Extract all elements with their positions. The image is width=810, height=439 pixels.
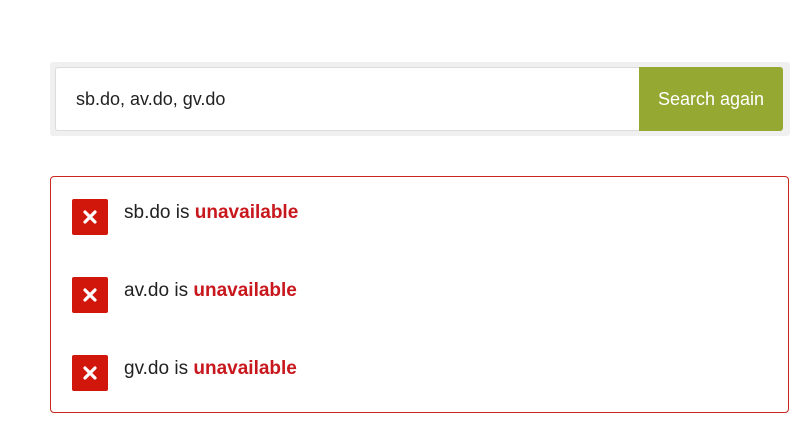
result-connector: is <box>174 358 189 379</box>
unavailable-x-icon <box>72 199 108 235</box>
domain-name: sb.do <box>124 202 171 223</box>
result-item: sb.do is unavailable <box>72 199 298 235</box>
result-text: gv.do is unavailable <box>124 357 297 381</box>
result-text: av.do is unavailable <box>124 279 297 303</box>
status-unavailable: unavailable <box>193 280 297 301</box>
domain-search-input[interactable] <box>55 67 640 131</box>
result-item: gv.do is unavailable <box>72 355 297 391</box>
unavailable-x-icon <box>72 355 108 391</box>
status-unavailable: unavailable <box>193 358 297 379</box>
result-connector: is <box>174 280 189 301</box>
results-panel: sb.do is unavailable av.do is unavailabl… <box>50 176 789 413</box>
result-item: av.do is unavailable <box>72 277 297 313</box>
result-connector: is <box>175 202 190 223</box>
result-text: sb.do is unavailable <box>124 201 298 225</box>
search-again-button[interactable]: Search again <box>639 67 783 131</box>
status-unavailable: unavailable <box>194 202 299 223</box>
domain-name: gv.do <box>124 358 170 379</box>
search-bar: Search again <box>50 62 790 136</box>
domain-name: av.do <box>124 280 170 301</box>
unavailable-x-icon <box>72 277 108 313</box>
